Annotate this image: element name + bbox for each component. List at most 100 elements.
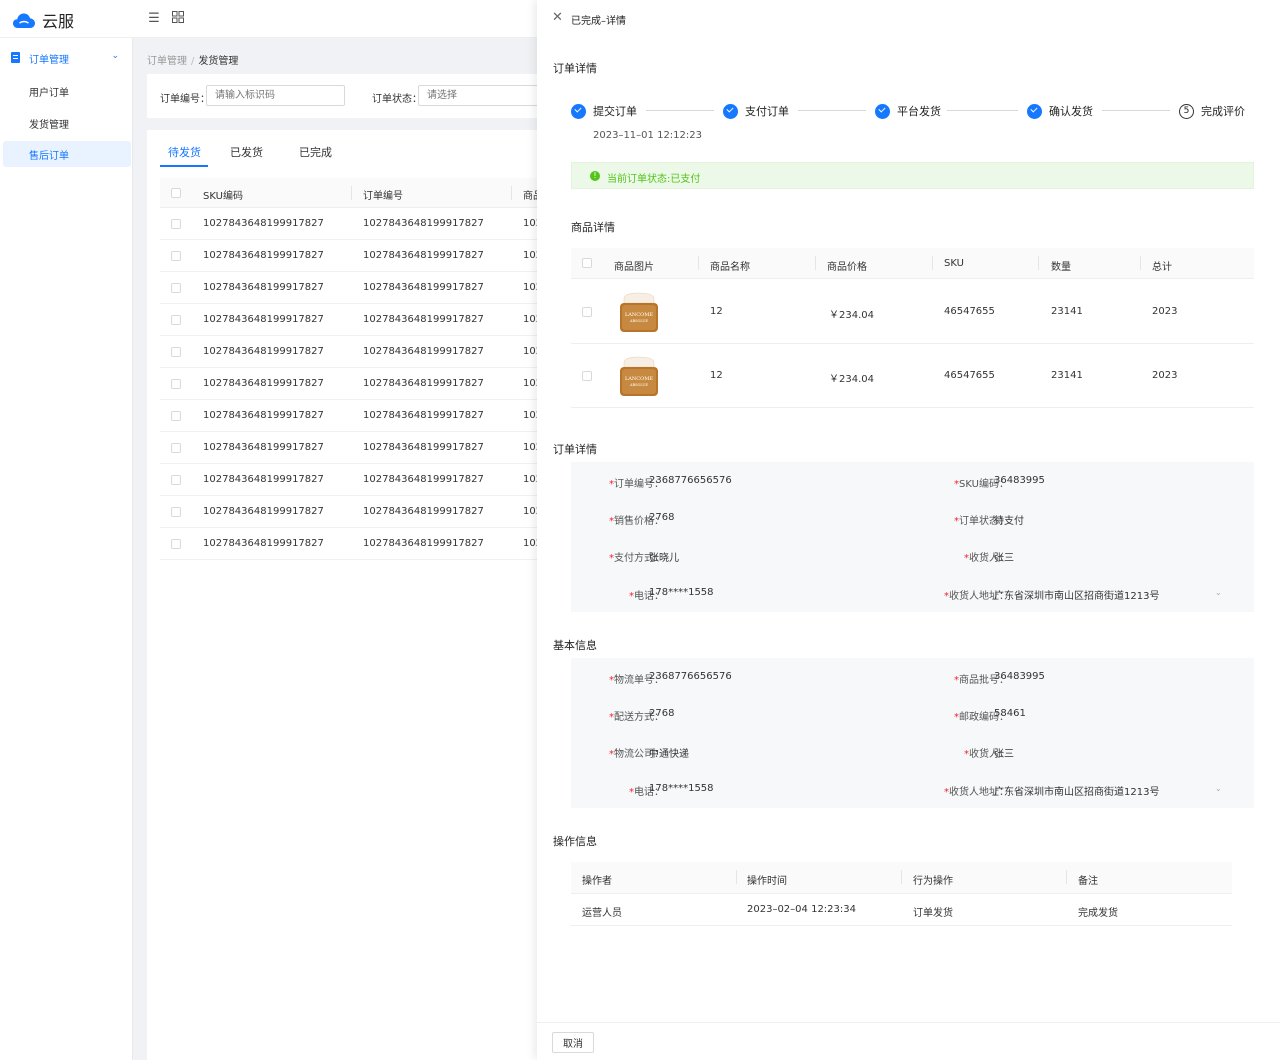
col-order-no: 订单编号 xyxy=(363,191,403,202)
row-sku: 1027843648199917827 xyxy=(203,410,324,421)
basic-info-title: 基本信息 xyxy=(553,639,597,652)
column-divider xyxy=(932,256,933,270)
row-checkbox[interactable] xyxy=(171,283,181,293)
step-pay-order: 支付订单 xyxy=(723,102,789,120)
chevron-down-icon[interactable]: ⌄ xyxy=(1215,784,1222,793)
column-divider xyxy=(736,870,737,884)
column-divider xyxy=(815,256,816,270)
field-value: 2768 xyxy=(649,512,675,523)
row-checkbox[interactable] xyxy=(582,307,592,317)
table-row[interactable]: 1027843648199917827 1027843648199917827 10… xyxy=(160,528,547,560)
table-row[interactable]: 1027843648199917827 1027843648199917827 10… xyxy=(160,272,547,304)
table-row[interactable]: 1027843648199917827 1027843648199917827 10… xyxy=(160,432,547,464)
order-progress-title: 订单详情 xyxy=(553,62,597,75)
sidebar-item-after-sales[interactable]: 售后订单 xyxy=(3,141,131,167)
col-goods-name: 商品名称 xyxy=(710,262,750,273)
table-row[interactable]: 1027843648199917827 1027843648199917827 10… xyxy=(160,208,547,240)
row-checkbox[interactable] xyxy=(171,443,181,453)
row-order-no: 1027843648199917827 xyxy=(363,378,484,389)
field-value: 广东省深圳市南山区招商街道1213号 xyxy=(994,787,1160,798)
status-select[interactable] xyxy=(418,85,547,106)
drawer-footer: 取消 xyxy=(537,1022,1280,1060)
row-checkbox[interactable] xyxy=(171,315,181,325)
step-number-icon: 5 xyxy=(1179,103,1194,119)
app-logo[interactable]: 云服 xyxy=(12,8,74,32)
field-value: 张晓儿 xyxy=(649,553,679,564)
op-operator: 运营人员 xyxy=(582,908,622,919)
column-divider xyxy=(1066,870,1067,884)
goods-name: 12 xyxy=(710,370,723,381)
close-icon[interactable]: ✕ xyxy=(552,11,563,25)
row-checkbox[interactable] xyxy=(171,347,181,357)
goods-sku: 46547655 xyxy=(944,370,995,381)
sidebar-group-label: 订单管理 xyxy=(29,55,69,66)
row-checkbox[interactable] xyxy=(171,251,181,261)
row-checkbox[interactable] xyxy=(582,371,592,381)
row-sku: 1027843648199917827 xyxy=(203,282,324,293)
table-row[interactable]: 1027843648199917827 1027843648199917827 10… xyxy=(160,496,547,528)
status-alert: ! 当前订单状态:已支付 xyxy=(571,162,1254,189)
check-circle-icon xyxy=(1027,103,1042,119)
row-order-no: 1027843648199917827 xyxy=(363,474,484,485)
table-row[interactable]: 1027843648199917827 1027843648199917827 10… xyxy=(160,368,547,400)
table-row[interactable]: 1027843648199917827 1027843648199917827 10… xyxy=(160,464,547,496)
col-goods-price: 商品价格 xyxy=(827,262,867,273)
table-row[interactable]: 1027843648199917827 1027843648199917827 10… xyxy=(160,240,547,272)
sidebar-item-shipping[interactable]: 发货管理 xyxy=(3,110,131,136)
tab-shipped[interactable]: 已发货 xyxy=(230,144,263,160)
basic-info-form: *物流单号： 2368776656576 *配送方式： 2768 *物流公司： 中通快递 *… xyxy=(571,658,1254,808)
cloud-icon xyxy=(13,13,35,28)
order-no-input[interactable] xyxy=(206,85,345,106)
tab-active-indicator xyxy=(160,165,208,167)
col-sku: SKU编码 xyxy=(203,191,243,202)
goods-section-title: 商品详情 xyxy=(571,221,615,234)
cancel-button[interactable]: 取消 xyxy=(552,1032,594,1053)
menu-fold-icon[interactable]: ☰ xyxy=(146,11,162,27)
column-divider xyxy=(698,256,699,270)
field-value: 中通快递 xyxy=(649,749,689,760)
goods-name: 12 xyxy=(710,306,723,317)
table-row[interactable]: 1027843648199917827 1027843648199917827 10… xyxy=(160,336,547,368)
chevron-up-icon: ⌄ xyxy=(111,51,119,61)
step-timestamp: 2023–11–01 12:12:23 xyxy=(593,130,702,141)
breadcrumb-parent[interactable]: 订单管理 xyxy=(147,56,187,67)
row-order-no: 1027843648199917827 xyxy=(363,250,484,261)
chevron-down-icon[interactable]: ⌄ xyxy=(1215,588,1222,597)
col-goods-sku: SKU xyxy=(944,258,964,269)
row-checkbox[interactable] xyxy=(171,507,181,517)
check-circle-icon xyxy=(571,103,586,119)
tab-pending-shipment[interactable]: 待发货 xyxy=(168,144,201,160)
sidebar-item-user-orders[interactable]: 用户订单 xyxy=(3,78,131,104)
select-all-checkbox[interactable] xyxy=(171,188,181,198)
row-order-no: 1027843648199917827 xyxy=(363,538,484,549)
tab-completed[interactable]: 已完成 xyxy=(299,144,332,160)
table-row[interactable]: 1027843648199917827 1027843648199917827 10… xyxy=(160,400,547,432)
breadcrumb-separator: / xyxy=(191,56,195,67)
col-goods-image: 商品图片 xyxy=(614,262,654,273)
row-checkbox[interactable] xyxy=(171,475,181,485)
goods-select-all-checkbox[interactable] xyxy=(582,258,592,268)
row-sku: 1027843648199917827 xyxy=(203,378,324,389)
drawer-title: 已完成–详情 xyxy=(571,16,626,27)
row-checkbox[interactable] xyxy=(171,539,181,549)
table-row[interactable]: 1027843648199917827 1027843648199917827 10… xyxy=(160,304,547,336)
row-checkbox[interactable] xyxy=(171,219,181,229)
table-row[interactable]: LANCOME ABSOLUE 12 ￥234.04 46547655 23141 2023 xyxy=(571,280,1254,344)
table-row[interactable]: LANCOME ABSOLUE 12 ￥234.04 46547655 23141 2023 xyxy=(571,344,1254,408)
row-checkbox[interactable] xyxy=(171,411,181,421)
col-operator: 操作者 xyxy=(582,876,612,887)
filter-bar: 订单编号： 订单状态： xyxy=(147,74,547,118)
step-label: 支付订单 xyxy=(745,105,789,118)
field-value: 2368776656576 xyxy=(649,475,732,486)
order-list-card: 待发货 已发货 已完成 SKU编码 订单编号 商品 10278436481999… xyxy=(147,130,547,1060)
grid-apps-icon[interactable] xyxy=(170,11,186,27)
row-order-no: 1027843648199917827 xyxy=(363,346,484,357)
sidebar-item-label: 售后订单 xyxy=(29,151,69,162)
breadcrumb-current: 发货管理 xyxy=(198,56,239,67)
col-action: 行为操作 xyxy=(913,876,953,887)
col-op-time: 操作时间 xyxy=(747,876,787,887)
sidebar-group-order[interactable]: 订单管理 ⌄ xyxy=(0,46,133,70)
ops-table-header: 操作者 操作时间 行为操作 备注 xyxy=(571,862,1232,894)
row-sku: 1027843648199917827 xyxy=(203,314,324,325)
row-checkbox[interactable] xyxy=(171,379,181,389)
